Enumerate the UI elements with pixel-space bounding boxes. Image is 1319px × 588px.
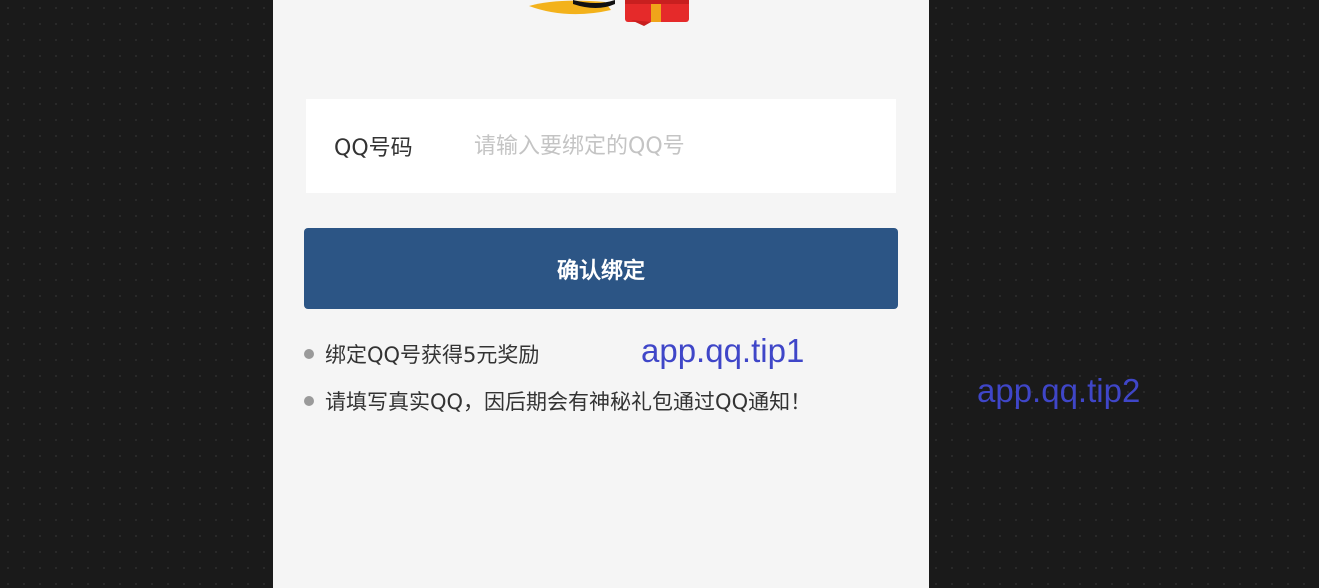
confirm-bind-button[interactable]: 确认绑定 xyxy=(304,228,898,309)
tip-item: 请填写真实QQ，因后期会有神秘礼包通过QQ通知！ xyxy=(304,381,811,421)
tip-text: 绑定QQ号获得5元奖励 xyxy=(325,343,540,367)
i18n-key-tip2: app.qq.tip2 xyxy=(977,372,1141,409)
qq-number-label: QQ号码 xyxy=(334,136,413,161)
qq-penguin-gift-icon xyxy=(529,0,689,26)
bullet-dot-icon xyxy=(304,396,314,406)
bullet-dot-icon xyxy=(304,349,314,359)
qq-number-field-row: QQ号码 xyxy=(306,99,896,193)
i18n-key-tip1: app.qq.tip1 xyxy=(641,332,805,369)
tip-text: 请填写真实QQ，因后期会有神秘礼包通过QQ通知！ xyxy=(325,390,812,414)
mobile-screen: QQ号码 确认绑定 绑定QQ号获得5元奖励 请填写真实QQ，因后期会有神秘礼包通… xyxy=(273,0,929,588)
qq-number-input[interactable] xyxy=(474,116,896,176)
